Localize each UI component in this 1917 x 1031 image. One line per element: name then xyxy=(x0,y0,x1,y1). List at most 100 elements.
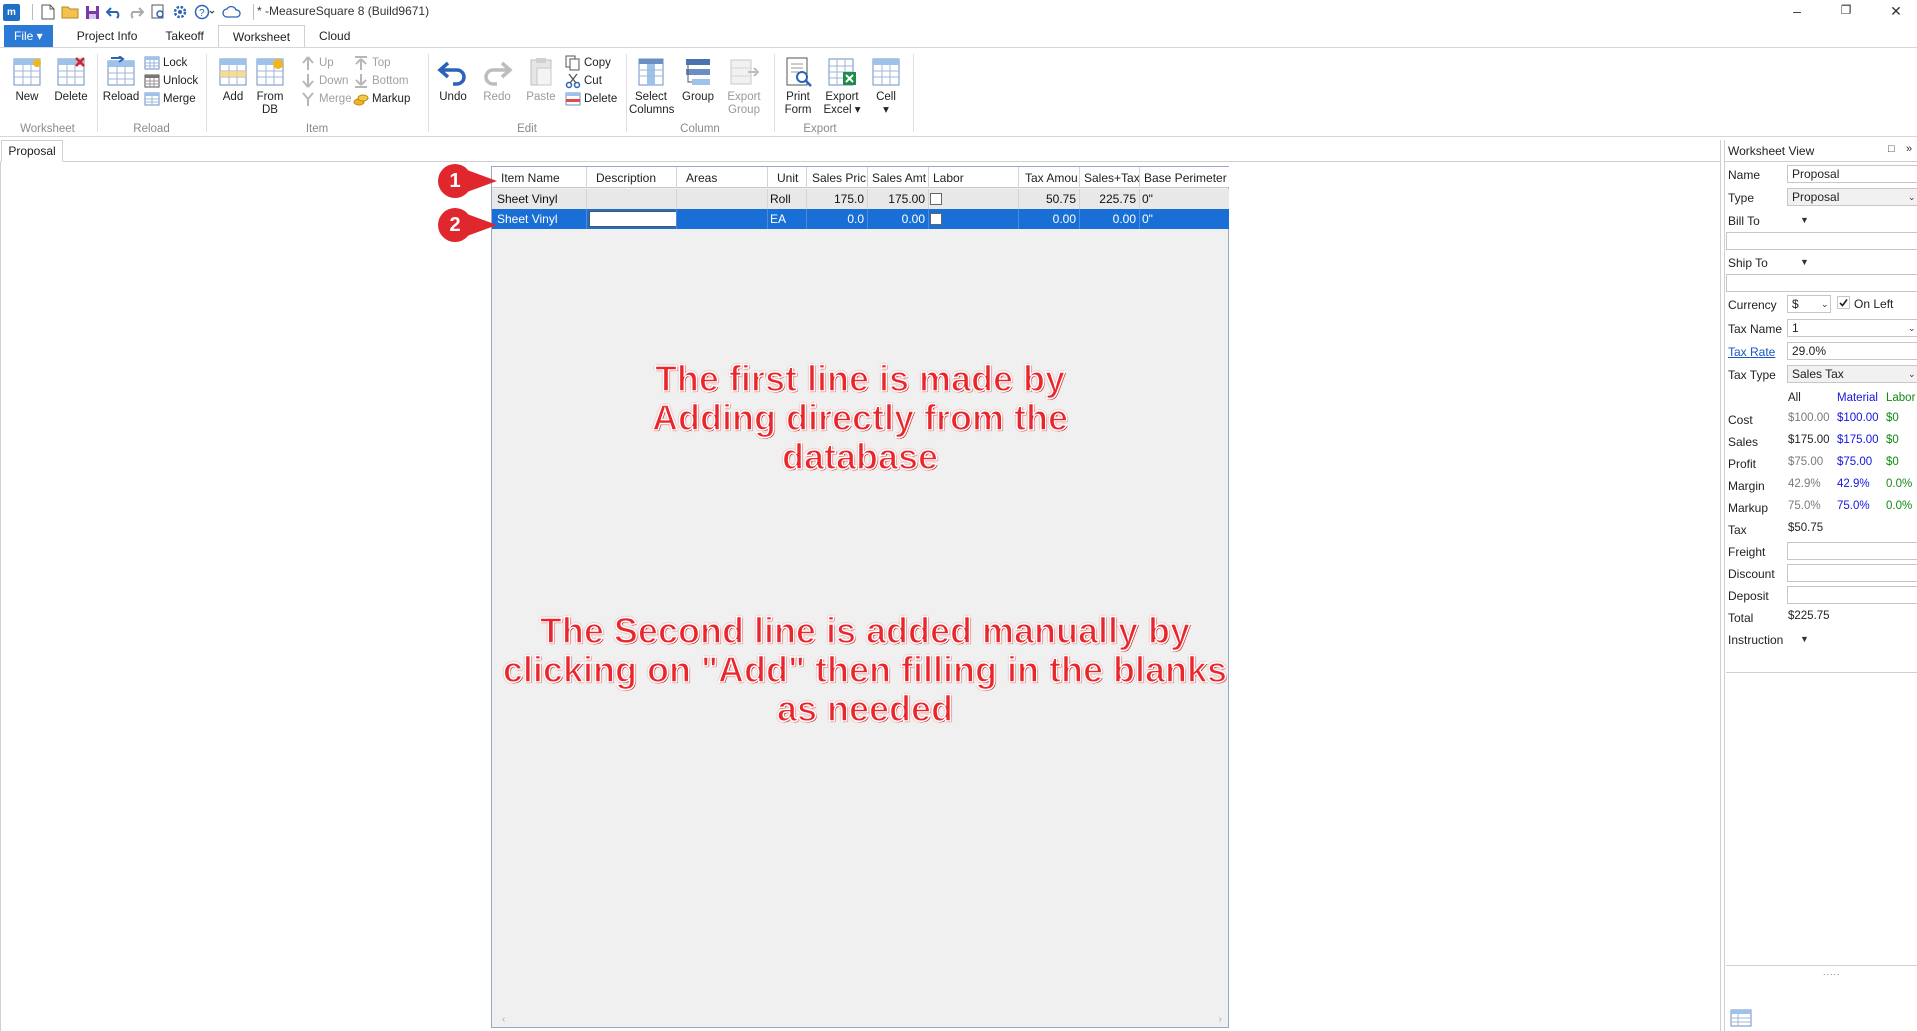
column-header-sales-price[interactable]: Sales Pric xyxy=(807,167,868,188)
open-folder-icon[interactable] xyxy=(61,3,79,21)
cell-button[interactable]: Cell ▾ xyxy=(864,56,908,117)
expand-panel-button[interactable]: » xyxy=(1906,143,1912,155)
minimize-button[interactable]: – xyxy=(1787,3,1807,19)
unlock-button[interactable]: Unlock xyxy=(144,72,198,90)
lock-button[interactable]: Lock xyxy=(144,54,187,72)
column-header-item-name[interactable]: Item Name xyxy=(492,167,587,188)
redo-icon[interactable] xyxy=(127,3,145,21)
labor-checkbox[interactable] xyxy=(930,193,942,205)
restore-button[interactable]: ❐ xyxy=(1836,3,1856,17)
move-down-button[interactable]: Down xyxy=(300,72,348,90)
paste-button[interactable]: Paste xyxy=(519,56,563,104)
markup-button[interactable]: Markup xyxy=(353,90,410,108)
cell-unit[interactable]: Roll xyxy=(768,189,807,209)
scroll-right-arrow[interactable]: › xyxy=(1219,1014,1222,1025)
tax-name-select[interactable]: 1 xyxy=(1787,319,1917,337)
cell-base-perimeter[interactable]: 0" xyxy=(1140,209,1229,229)
print-form-button[interactable]: Print Form xyxy=(776,56,820,117)
copy-button[interactable]: Copy xyxy=(565,54,611,72)
tax-type-select[interactable]: Sales Tax xyxy=(1787,365,1917,383)
tax-rate-input[interactable]: 29.0% xyxy=(1787,342,1917,360)
cell-sales-price[interactable]: 175.0 xyxy=(807,189,868,209)
merge-reload-button[interactable]: Merge xyxy=(144,90,196,108)
cell-tax-amount[interactable]: 50.75 xyxy=(1019,189,1080,209)
cell-item-name[interactable]: Sheet Vinyl xyxy=(492,189,587,209)
column-header-description[interactable]: Description xyxy=(587,167,677,188)
help-icon[interactable]: ? xyxy=(193,3,217,21)
cell-labor[interactable] xyxy=(929,189,1019,209)
delete-worksheet-button[interactable]: Delete xyxy=(49,56,93,104)
description-edit-input[interactable] xyxy=(589,211,676,227)
labor-checkbox[interactable] xyxy=(930,213,942,225)
worksheet-view-icon[interactable] xyxy=(1730,1008,1752,1028)
discount-input[interactable] xyxy=(1787,564,1917,582)
redo-button[interactable]: Redo xyxy=(475,56,519,104)
merge-item-button[interactable]: Merge xyxy=(300,90,352,108)
export-group-button[interactable]: Export Group xyxy=(722,56,766,117)
cut-button[interactable]: Cut xyxy=(565,72,602,90)
new-button[interactable]: New xyxy=(5,56,49,104)
cloud-icon[interactable] xyxy=(221,3,243,21)
bill-to-input[interactable] xyxy=(1726,232,1917,250)
column-header-sales-tax[interactable]: Sales+Tax xyxy=(1080,167,1140,188)
close-button[interactable]: ✕ xyxy=(1886,3,1906,20)
cell-description[interactable] xyxy=(587,189,677,209)
cell-description-editing[interactable] xyxy=(587,209,677,229)
on-left-checkbox[interactable] xyxy=(1837,296,1850,309)
deposit-input[interactable] xyxy=(1787,586,1917,604)
export-excel-button[interactable]: Export Excel ▾ xyxy=(820,56,864,117)
cell-sales-price[interactable]: 0.0 xyxy=(807,209,868,229)
column-header-base-perimeter[interactable]: Base Perimeter xyxy=(1140,167,1229,188)
type-select[interactable]: Proposal xyxy=(1787,188,1917,206)
tab-takeoff[interactable]: Takeoff xyxy=(151,25,217,47)
dropdown-triangle-icon[interactable]: ▼ xyxy=(1800,634,1809,644)
cell-labor[interactable] xyxy=(929,209,1019,229)
cell-sales-tax[interactable]: 0.00 xyxy=(1080,209,1140,229)
group-button[interactable]: Group xyxy=(676,56,720,104)
move-bottom-button[interactable]: Bottom xyxy=(353,72,408,90)
undo-icon[interactable] xyxy=(105,3,123,21)
tax-rate-link[interactable]: Tax Rate xyxy=(1728,345,1775,359)
tab-cloud[interactable]: Cloud xyxy=(305,25,364,47)
select-columns-button[interactable]: Select Columns xyxy=(629,56,674,117)
from-db-button[interactable]: From DB xyxy=(248,56,292,117)
freight-input[interactable] xyxy=(1787,542,1917,560)
delete-row-button[interactable]: Delete xyxy=(565,90,617,108)
cell-sales-amt[interactable]: 0.00 xyxy=(868,209,929,229)
reload-button[interactable]: Reload xyxy=(99,55,143,104)
settings-gear-icon[interactable] xyxy=(171,3,189,21)
move-top-button[interactable]: Top xyxy=(353,54,391,72)
cell-areas[interactable] xyxy=(677,209,768,229)
tab-worksheet[interactable]: Worksheet xyxy=(217,25,306,47)
column-header-sales-amt[interactable]: Sales Amt xyxy=(868,167,929,188)
worksheet-grid[interactable]: Item Name Description Areas Unit Sales P… xyxy=(491,166,1229,1028)
column-header-labor[interactable]: Labor xyxy=(929,167,1019,188)
undo-button[interactable]: Undo xyxy=(431,56,475,104)
cell-base-perimeter[interactable]: 0" xyxy=(1140,189,1229,209)
dropdown-triangle-icon[interactable]: ▼ xyxy=(1800,257,1809,267)
scroll-left-arrow[interactable]: ‹ xyxy=(502,1014,505,1025)
move-up-button[interactable]: Up xyxy=(300,54,334,72)
dropdown-triangle-icon[interactable]: ▼ xyxy=(1800,215,1809,225)
cell-sales-amt[interactable]: 175.00 xyxy=(868,189,929,209)
column-header-areas[interactable]: Areas xyxy=(677,167,768,188)
save-icon[interactable] xyxy=(83,3,101,21)
ship-to-input[interactable] xyxy=(1726,274,1917,292)
table-row-selected[interactable]: Sheet Vinyl EA 0.0 0.00 0.00 0.00 0" xyxy=(492,209,1229,229)
column-header-tax-amount[interactable]: Tax Amou xyxy=(1019,167,1080,188)
cell-areas[interactable] xyxy=(677,189,768,209)
cell-tax-amount[interactable]: 0.00 xyxy=(1019,209,1080,229)
tab-file[interactable]: File ▾ xyxy=(4,25,53,47)
print-preview-icon[interactable] xyxy=(149,3,167,21)
name-input[interactable]: Proposal xyxy=(1787,165,1917,183)
cell-unit[interactable]: EA xyxy=(768,209,807,229)
tab-project-info[interactable]: Project Info xyxy=(53,25,152,47)
splitter-grip[interactable]: ..... xyxy=(1823,967,1841,977)
table-row[interactable]: Sheet Vinyl Roll 175.0 175.00 50.75 225.… xyxy=(492,189,1229,209)
new-file-icon[interactable] xyxy=(39,3,57,21)
instruction-textarea[interactable] xyxy=(1726,672,1917,966)
cell-item-name[interactable]: Sheet Vinyl xyxy=(492,209,587,229)
doc-tab-proposal[interactable]: Proposal xyxy=(1,140,63,162)
column-header-unit[interactable]: Unit xyxy=(768,167,807,188)
pin-panel-button[interactable]: □ xyxy=(1888,143,1895,155)
